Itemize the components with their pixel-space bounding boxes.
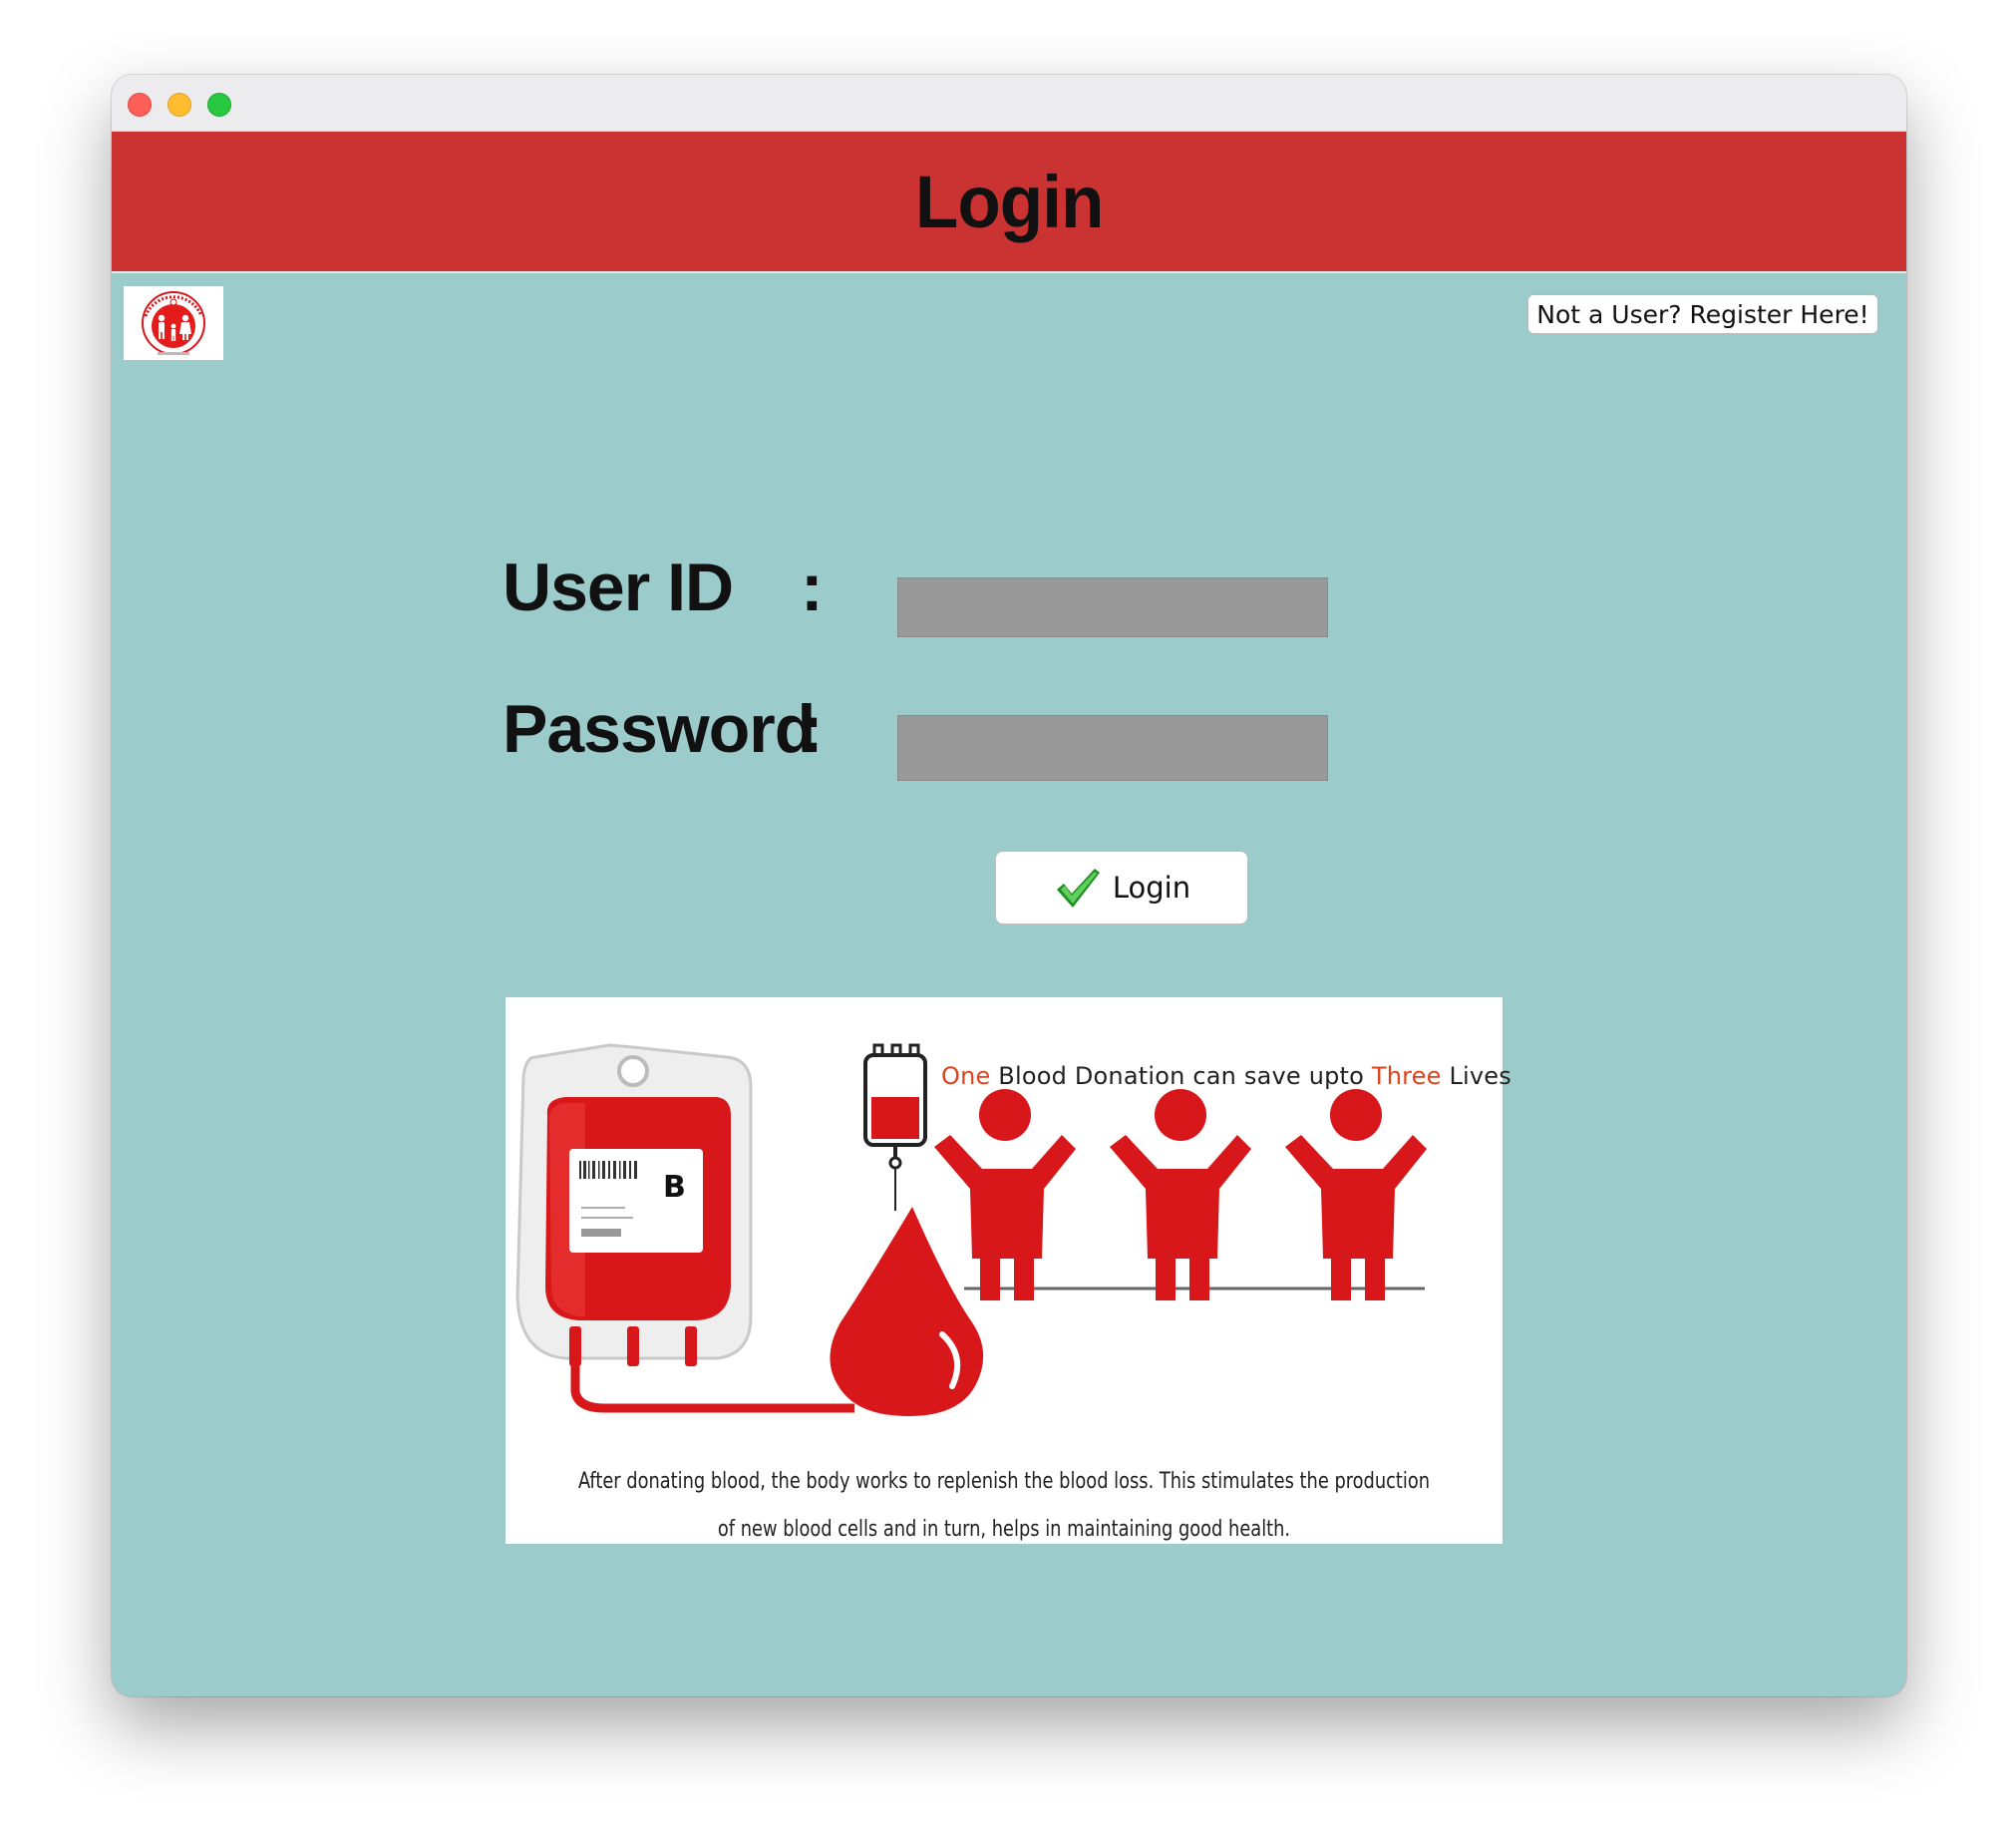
register-button[interactable]: Not a User? Register Here! <box>1527 294 1878 334</box>
app-window: Login Not a User? Register Here! User ID… <box>112 75 1906 1696</box>
login-button-label: Login <box>1112 871 1191 905</box>
banner-caption: After donating blood, the body works to … <box>577 1469 1431 1542</box>
title-bar <box>112 75 1906 132</box>
green-check-icon <box>1056 869 1100 908</box>
user-id-label: User ID <box>503 550 734 625</box>
password-colon: : <box>801 691 824 767</box>
page-title: Login <box>914 160 1104 243</box>
password-label: Password <box>503 691 816 767</box>
password-input[interactable] <box>897 715 1328 781</box>
minimize-window-button[interactable] <box>168 93 191 117</box>
blood-donation-banner: B One Blood Donation can save upto Three… <box>505 997 1512 1544</box>
close-window-button[interactable] <box>128 93 152 117</box>
nhm-logo <box>124 286 223 360</box>
user-id-input[interactable] <box>897 577 1328 637</box>
blood-type-label: B <box>663 1170 686 1205</box>
login-button[interactable]: Login <box>995 851 1248 924</box>
banner-headline: One Blood Donation can save upto Three L… <box>941 1062 1512 1090</box>
nhm-logo-icon <box>142 291 205 355</box>
maximize-window-button[interactable] <box>207 93 231 117</box>
banner-headline-one: One <box>941 1062 991 1090</box>
banner-headline-three: Three <box>1371 1062 1442 1090</box>
banner-headline-middle: Blood Donation can save upto <box>990 1062 1372 1090</box>
user-id-colon: : <box>801 550 824 625</box>
page-header: Login <box>112 132 1906 273</box>
banner-headline-end: Lives <box>1441 1062 1512 1090</box>
